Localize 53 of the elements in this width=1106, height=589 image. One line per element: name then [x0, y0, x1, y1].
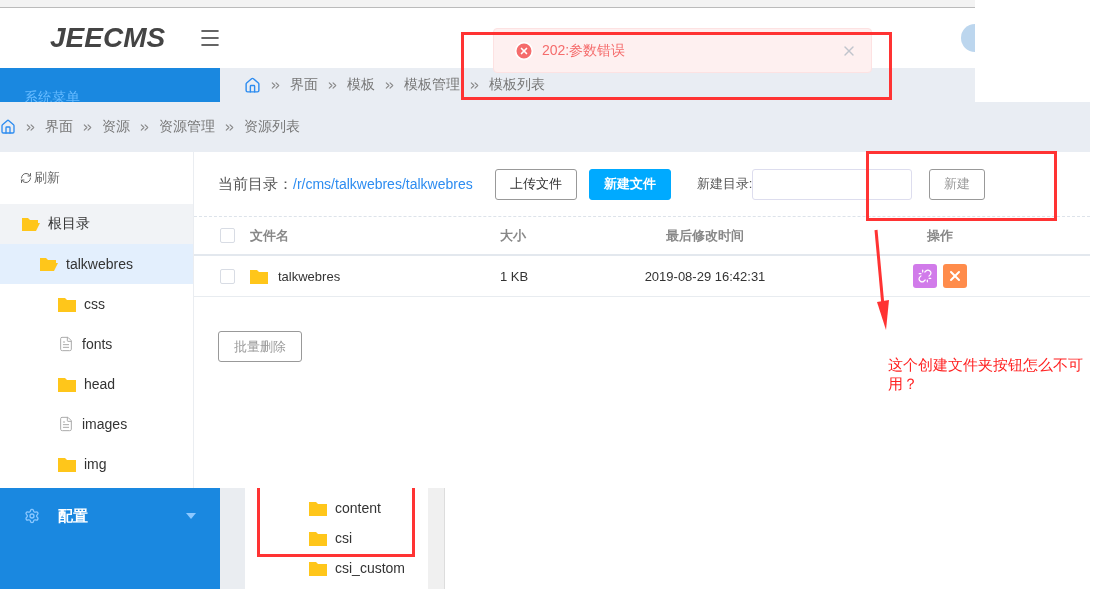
logo: JEECMS: [50, 22, 167, 54]
folder-icon: [309, 500, 327, 516]
current-dir-path: /r/cms/talkwebres/talkwebres: [293, 176, 473, 192]
breadcrumb-item[interactable]: 资源: [102, 118, 130, 136]
refresh-icon: [20, 172, 32, 184]
checkbox[interactable]: [220, 268, 235, 284]
table-cell: 2019-08-29 16:42:31: [644, 268, 766, 284]
breadcrumb-item[interactable]: 界面: [45, 118, 73, 136]
breadcrumb-item[interactable]: 模板管理: [404, 76, 460, 94]
tree-item[interactable]: content: [309, 493, 428, 523]
table-cell: 1 KB: [500, 268, 529, 284]
open-folder-icon: [40, 256, 58, 272]
breadcrumb-item[interactable]: 界面: [290, 76, 318, 94]
tree-item[interactable]: talkwebres: [0, 244, 193, 284]
column-header: 最后修改时间: [666, 226, 744, 245]
tree-item[interactable]: csi: [309, 523, 428, 553]
input-field[interactable]: [752, 168, 913, 200]
folder-icon: [309, 530, 327, 546]
checkbox[interactable]: [220, 228, 235, 243]
settings-icon: [24, 508, 40, 524]
folder-icon: [309, 560, 327, 576]
action-button[interactable]: [943, 264, 967, 288]
caret-icon: [186, 513, 196, 519]
toast-message: 202:参数错误: [542, 41, 627, 60]
toolbar-button[interactable]: 上传文件: [494, 168, 577, 200]
column-header: 文件名: [250, 226, 289, 245]
action-button[interactable]: [913, 264, 937, 288]
tree-item[interactable]: 根目录: [0, 204, 193, 244]
breadcrumb-item[interactable]: 资源管理: [159, 118, 215, 136]
breadcrumb-item[interactable]: 模板列表: [489, 76, 545, 94]
broken-link-icon: [918, 269, 932, 283]
current-dir-label: 当前目录：: [218, 174, 293, 194]
close-icon: [947, 268, 963, 284]
breadcrumb-item[interactable]: 模板: [347, 76, 375, 94]
home-icon[interactable]: [244, 76, 261, 94]
file-icon: [58, 416, 74, 432]
menu-item[interactable]: 配置: [0, 499, 220, 533]
home-icon[interactable]: [0, 119, 16, 135]
new-dir-label: 新建目录:: [696, 175, 753, 193]
column-header: 操作: [927, 226, 953, 245]
column-header: 大小: [500, 226, 526, 245]
folder-icon: [58, 296, 76, 312]
folder-icon: [58, 376, 76, 392]
open-folder-icon: [22, 216, 40, 232]
refresh-link[interactable]: 刷新: [0, 152, 193, 204]
file-icon: [58, 336, 74, 352]
folder-icon: [250, 268, 268, 284]
table-cell: talkwebres: [278, 268, 341, 284]
error-icon: [514, 40, 534, 61]
annotation-note: 这个创建文件夹按钮怎么不可用？: [888, 356, 1084, 394]
breadcrumb-item[interactable]: 资源列表: [244, 118, 300, 136]
folder-icon: [58, 456, 76, 472]
tree-item[interactable]: csi_custom: [309, 553, 428, 583]
